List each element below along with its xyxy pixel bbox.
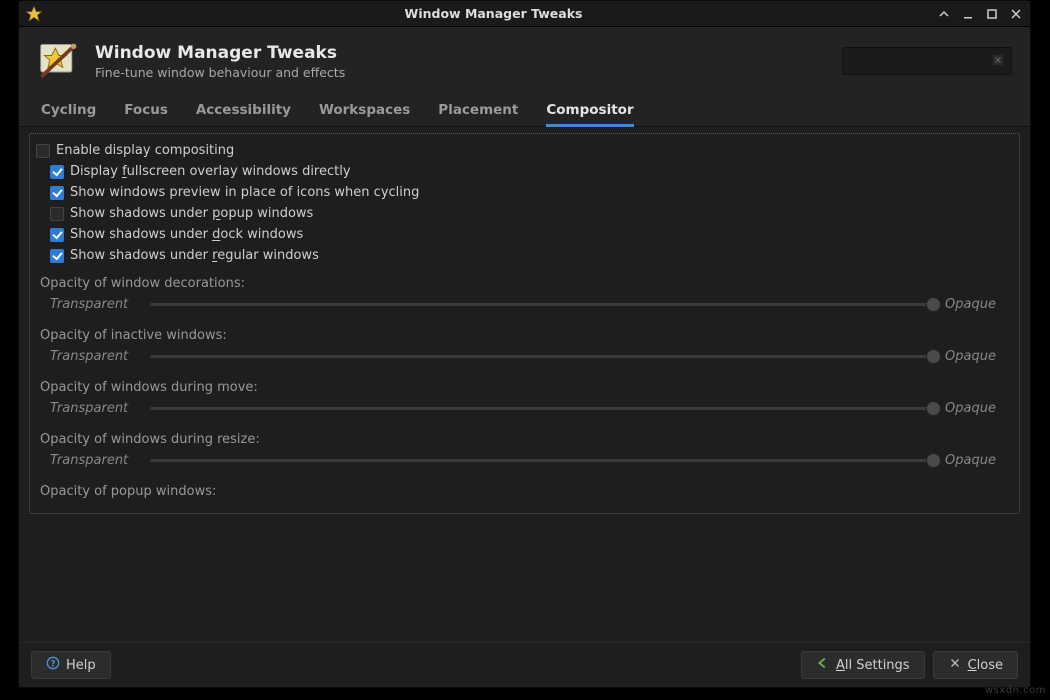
opt-preview-row[interactable]: Show windows preview in place of icons w… [36,182,1009,203]
slider-thumb[interactable] [926,401,941,416]
slider-inactive[interactable]: Transparent Opaque [36,347,1009,370]
enable-compositing-checkbox[interactable] [36,144,50,158]
slider-label-move: Opacity of windows during move: [36,370,1009,399]
titlebar[interactable]: Window Manager Tweaks [19,1,1030,27]
slider-left-label: Transparent [50,401,140,416]
all-settings-button[interactable]: All Settings [801,651,925,679]
opt-preview-label: Show windows preview in place of icons w… [70,185,419,200]
all-settings-label: All Settings [836,658,910,673]
help-button[interactable]: ? Help [31,651,111,679]
watermark: wsxdn.com [985,685,1046,696]
window-controls [936,6,1024,22]
slider-track[interactable] [150,355,935,358]
close-button-footer[interactable]: Close [933,651,1018,679]
slider-label-inactive: Opacity of inactive windows: [36,318,1009,347]
slider-move[interactable]: Transparent Opaque [36,399,1009,422]
opt-popup-shadow-row[interactable]: Show shadows under popup windows [36,203,1009,224]
window: Window Manager Tweaks Window Manager Twe… [18,0,1031,688]
slider-right-label: Opaque [945,349,1005,364]
opt-fullscreen-checkbox[interactable] [50,165,64,179]
opt-dock-shadow-label: Show shadows under dock windows [70,227,303,242]
opt-regular-shadow-checkbox[interactable] [50,249,64,263]
search-clear-icon[interactable] [991,52,1005,71]
opt-popup-shadow-checkbox[interactable] [50,207,64,221]
maximize-button[interactable] [984,6,1000,22]
tab-workspaces[interactable]: Workspaces [319,93,410,126]
app-icon [25,5,43,23]
slider-right-label: Opaque [945,297,1005,312]
header-icon [37,39,81,83]
slider-right-label: Opaque [945,401,1005,416]
slider-thumb[interactable] [926,297,941,312]
opt-popup-shadow-label: Show shadows under popup windows [70,206,313,221]
enable-compositing-label: Enable display compositing [56,143,234,158]
tab-placement[interactable]: Placement [438,93,518,126]
opt-fullscreen-label: Display fullscreen overlay windows direc… [70,164,351,179]
opt-regular-shadow-row[interactable]: Show shadows under regular windows [36,245,1009,266]
slider-resize[interactable]: Transparent Opaque [36,451,1009,474]
header: Window Manager Tweaks Fine-tune window b… [19,27,1030,93]
search-input[interactable] [842,47,1012,75]
page-subtitle: Fine-tune window behaviour and effects [95,65,828,80]
back-icon [816,656,830,674]
tab-compositor[interactable]: Compositor [546,94,633,127]
tab-cycling[interactable]: Cycling [41,93,96,126]
slider-thumb[interactable] [926,453,941,468]
minimize-button[interactable] [960,6,976,22]
slider-left-label: Transparent [50,453,140,468]
close-icon [948,656,962,674]
help-label: Help [66,658,96,673]
opt-regular-shadow-label: Show shadows under regular windows [70,248,319,263]
slider-decorations[interactable]: Transparent Opaque [36,295,1009,318]
shade-button[interactable] [936,6,952,22]
enable-compositing-row[interactable]: Enable display compositing [36,140,1009,161]
help-icon: ? [46,656,60,674]
opt-dock-shadow-checkbox[interactable] [50,228,64,242]
window-title: Window Manager Tweaks [51,6,936,21]
tabs: Cycling Focus Accessibility Workspaces P… [19,93,1030,127]
opt-preview-checkbox[interactable] [50,186,64,200]
tab-accessibility[interactable]: Accessibility [196,93,291,126]
page-title: Window Manager Tweaks [95,43,828,63]
slider-left-label: Transparent [50,297,140,312]
footer: ? Help All Settings Close [19,642,1030,687]
tab-focus[interactable]: Focus [124,93,168,126]
slider-left-label: Transparent [50,349,140,364]
slider-right-label: Opaque [945,453,1005,468]
slider-track[interactable] [150,303,935,306]
slider-thumb[interactable] [926,349,941,364]
slider-label-popup: Opacity of popup windows: [36,474,1009,503]
compositor-group: Enable display compositing Display fulls… [29,133,1020,514]
close-button[interactable] [1008,6,1024,22]
slider-label-decorations: Opacity of window decorations: [36,266,1009,295]
close-label: Close [968,658,1003,673]
slider-track[interactable] [150,407,935,410]
content: Enable display compositing Display fulls… [19,127,1030,642]
opt-fullscreen-row[interactable]: Display fullscreen overlay windows direc… [36,161,1009,182]
svg-text:?: ? [50,660,55,670]
slider-track[interactable] [150,459,935,462]
slider-label-resize: Opacity of windows during resize: [36,422,1009,451]
opt-dock-shadow-row[interactable]: Show shadows under dock windows [36,224,1009,245]
